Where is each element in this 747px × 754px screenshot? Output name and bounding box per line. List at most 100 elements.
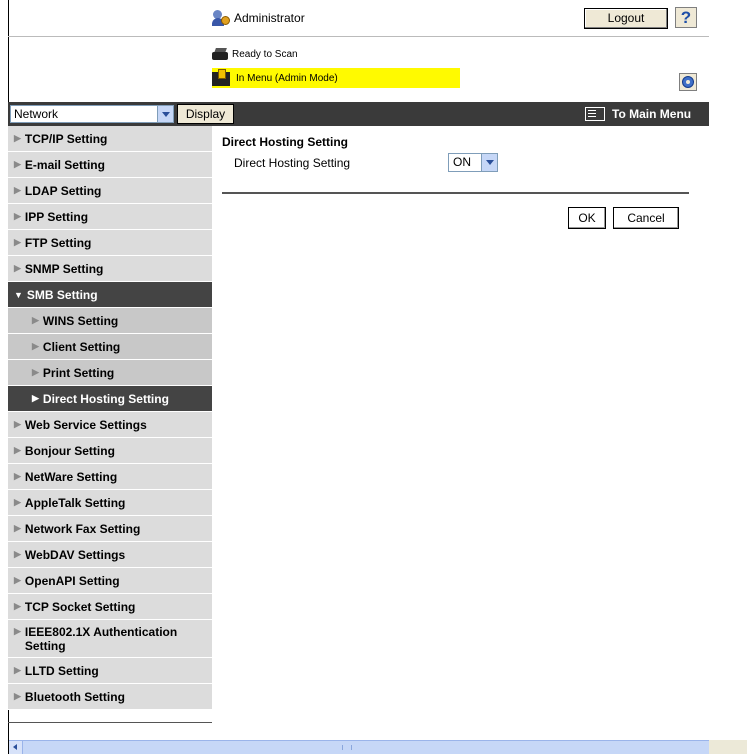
sidebar-item-label: Client Setting [42, 339, 121, 354]
page-title: Direct Hosting Setting [222, 135, 349, 149]
sidebar-item-netware[interactable]: ▶ NetWare Setting [8, 464, 212, 490]
sidebar-item-email[interactable]: ▶ E-mail Setting [8, 152, 212, 178]
triangle-right-icon: ▶ [14, 497, 21, 507]
user-name: Administrator [234, 11, 305, 25]
scan-status-text: Ready to Scan [232, 48, 298, 60]
display-button[interactable]: Display [177, 104, 234, 124]
refresh-button[interactable] [679, 73, 697, 91]
scroll-left-icon[interactable] [9, 741, 23, 754]
sidebar-item-label: AppleTalk Setting [24, 495, 126, 510]
direct-hosting-select-value: ON [453, 155, 471, 169]
sidebar-item-smb[interactable]: ▼ SMB Setting [8, 282, 212, 308]
triangle-right-icon: ▶ [14, 626, 21, 636]
sidebar-item-network-fax[interactable]: ▶ Network Fax Setting [8, 516, 212, 542]
refresh-icon [682, 76, 694, 88]
to-main-menu-label: To Main Menu [612, 107, 692, 121]
sidebar-item-appletalk[interactable]: ▶ AppleTalk Setting [8, 490, 212, 516]
help-button[interactable]: ? [675, 7, 697, 28]
triangle-right-icon: ▶ [14, 133, 21, 143]
sidebar-item-label: E-mail Setting [24, 157, 105, 172]
triangle-right-icon: ▶ [32, 341, 39, 351]
scanner-icon [212, 48, 228, 60]
sidebar-item-ieee8021x[interactable]: ▶ IEEE802.1X Authentication Setting [8, 620, 212, 658]
scrollbar-corner [709, 740, 747, 754]
sidebar-item-openapi[interactable]: ▶ OpenAPI Setting [8, 568, 212, 594]
ok-button[interactable]: OK [568, 207, 606, 229]
direct-hosting-select[interactable]: ON [448, 153, 498, 172]
horizontal-scrollbar[interactable] [9, 740, 709, 754]
header-divider [8, 36, 709, 37]
sidebar-item-bonjour[interactable]: ▶ Bonjour Setting [8, 438, 212, 464]
triangle-right-icon: ▶ [14, 471, 21, 481]
sidebar-item-label: NetWare Setting [24, 469, 118, 484]
category-select-value: Network [14, 107, 59, 121]
triangle-right-icon: ▶ [32, 315, 39, 325]
sidebar-item-label: Bluetooth Setting [24, 689, 125, 704]
sidebar-item-label: WINS Setting [42, 313, 119, 328]
sidebar-item-label: TCP Socket Setting [24, 599, 136, 614]
triangle-right-icon: ▶ [14, 575, 21, 585]
triangle-right-icon: ▶ [14, 159, 21, 169]
category-select[interactable]: Network [10, 105, 174, 123]
triangle-right-icon: ▶ [14, 523, 21, 533]
sidebar-item-lltd[interactable]: ▶ LLTD Setting [8, 658, 212, 684]
sidebar-item-ldap[interactable]: ▶ LDAP Setting [8, 178, 212, 204]
sidebar-item-label: IPP Setting [24, 209, 89, 224]
sidebar-item-label: Direct Hosting Setting [42, 391, 169, 406]
sidebar-item-bluetooth[interactable]: ▶ Bluetooth Setting [8, 684, 212, 710]
sidebar-subitem-wins[interactable]: ▶ WINS Setting [8, 308, 212, 334]
sidebar-item-label: SMB Setting [26, 287, 98, 302]
sidebar-item-label: IEEE802.1X Authentication Setting [24, 624, 178, 653]
sidebar-divider [8, 722, 212, 723]
sidebar-item-ipp[interactable]: ▶ IPP Setting [8, 204, 212, 230]
sidebar-item-label: Web Service Settings [24, 417, 147, 432]
triangle-right-icon: ▶ [32, 367, 39, 377]
sidebar-item-label: FTP Setting [24, 235, 92, 250]
triangle-down-icon: ▼ [14, 289, 23, 300]
sidebar-item-snmp[interactable]: ▶ SNMP Setting [8, 256, 212, 282]
triangle-right-icon: ▶ [32, 393, 39, 403]
main-menu-icon [585, 107, 605, 121]
sidebar-item-web-service[interactable]: ▶ Web Service Settings [8, 412, 212, 438]
sidebar-subitem-client[interactable]: ▶ Client Setting [8, 334, 212, 360]
sidebar-item-tcpip[interactable]: ▶ TCP/IP Setting [8, 126, 212, 152]
logout-button[interactable]: Logout [584, 8, 668, 29]
triangle-right-icon: ▶ [14, 601, 21, 611]
chevron-down-icon[interactable] [157, 106, 173, 122]
cancel-button[interactable]: Cancel [613, 207, 679, 229]
direct-hosting-label: Direct Hosting Setting [234, 156, 351, 170]
triangle-right-icon: ▶ [14, 211, 21, 221]
triangle-right-icon: ▶ [14, 185, 21, 195]
mode-status: In Menu (Admin Mode) [212, 68, 460, 88]
administrator-icon [212, 10, 230, 26]
triangle-right-icon: ▶ [14, 549, 21, 559]
content-divider [222, 192, 689, 194]
triangle-right-icon: ▶ [14, 263, 21, 273]
sidebar-item-webdav[interactable]: ▶ WebDAV Settings [8, 542, 212, 568]
sidebar-item-label: LDAP Setting [24, 183, 102, 198]
sidebar-item-label: Bonjour Setting [24, 443, 115, 458]
triangle-right-icon: ▶ [14, 237, 21, 247]
to-main-menu-link[interactable]: To Main Menu [585, 102, 691, 126]
sidebar-item-label: WebDAV Settings [24, 547, 126, 562]
chevron-down-icon[interactable] [481, 154, 497, 171]
sidebar-item-label: SNMP Setting [24, 261, 104, 276]
sidebar-item-label: Network Fax Setting [24, 521, 141, 536]
sidebar-subitem-direct-hosting[interactable]: ▶ Direct Hosting Setting [8, 386, 212, 412]
sidebar-item-tcp-socket[interactable]: ▶ TCP Socket Setting [8, 594, 212, 620]
scan-status: Ready to Scan [212, 48, 298, 60]
sidebar: ▶ TCP/IP Setting ▶ E-mail Setting ▶ LDAP Se… [8, 126, 212, 710]
scroll-grip-icon [342, 745, 352, 750]
sidebar-item-label: TCP/IP Setting [24, 131, 108, 146]
user-info: Administrator [212, 10, 305, 26]
admin-mode-icon [212, 69, 232, 87]
triangle-right-icon: ▶ [14, 419, 21, 429]
sidebar-subitem-print[interactable]: ▶ Print Setting [8, 360, 212, 386]
triangle-right-icon: ▶ [14, 691, 21, 701]
sidebar-item-label: LLTD Setting [24, 663, 99, 678]
sidebar-item-label: Print Setting [42, 365, 115, 380]
sidebar-item-ftp[interactable]: ▶ FTP Setting [8, 230, 212, 256]
sidebar-item-label: OpenAPI Setting [24, 573, 120, 588]
triangle-right-icon: ▶ [14, 665, 21, 675]
triangle-right-icon: ▶ [14, 445, 21, 455]
